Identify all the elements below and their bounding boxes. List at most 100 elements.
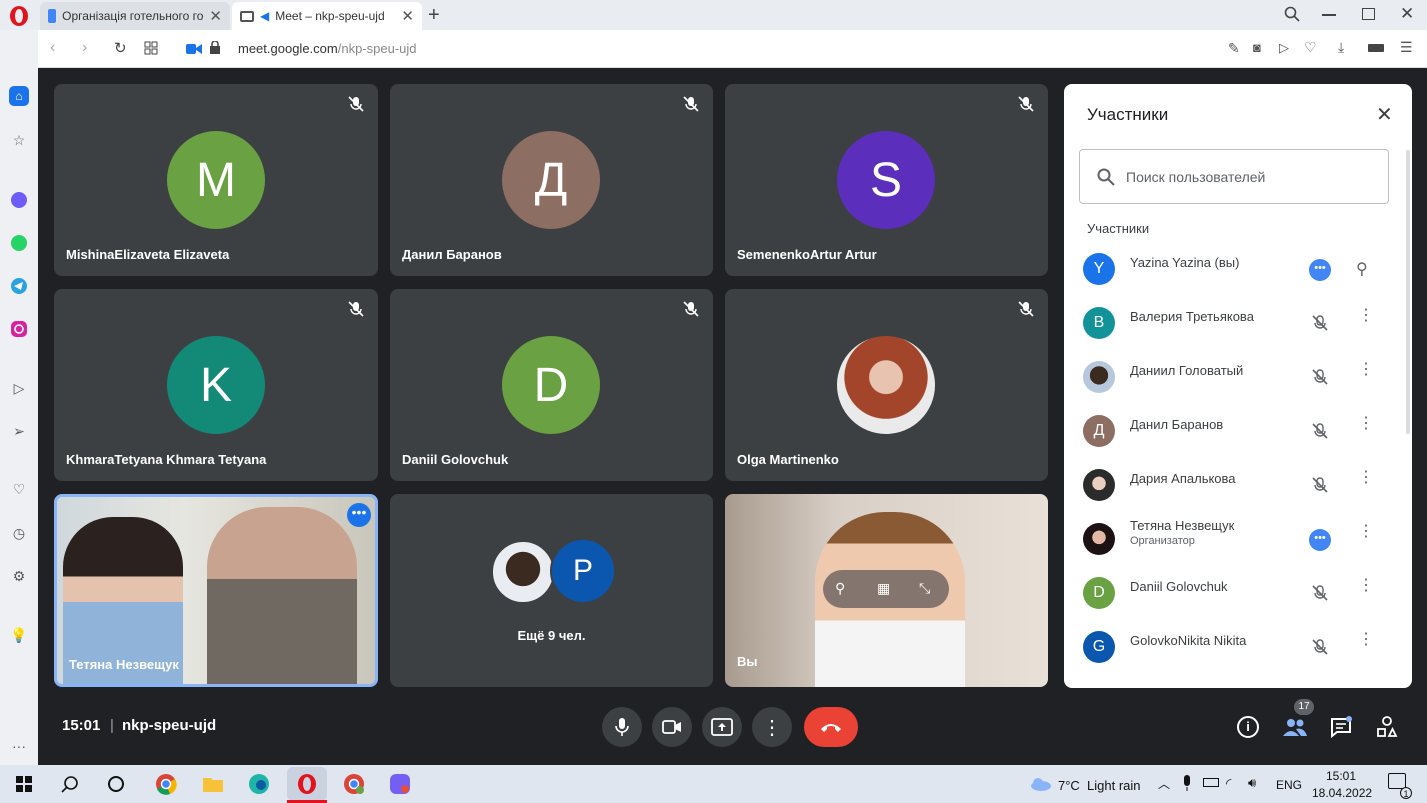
participant-row[interactable]: Тетяна Незвещук Организатор ••• ⋮ bbox=[1064, 512, 1412, 566]
tab-meet[interactable]: ◀ Meet – nkp-speu-ujd ✕ bbox=[232, 2, 422, 30]
chrome-profile-icon[interactable] bbox=[340, 770, 368, 798]
settings-icon[interactable]: ⚙ bbox=[9, 566, 29, 586]
send-icon[interactable]: ➢ bbox=[9, 421, 29, 441]
task-view-icon[interactable] bbox=[102, 770, 130, 798]
back-icon[interactable]: ‹ bbox=[50, 39, 55, 57]
search-tabs-icon[interactable] bbox=[1284, 6, 1300, 22]
telegram-icon[interactable] bbox=[9, 276, 29, 296]
self-video-tile[interactable]: ⚲ ▦ ⤡ Вы bbox=[725, 494, 1048, 687]
tabs-grid-icon[interactable] bbox=[144, 41, 158, 55]
participant-tile[interactable]: Д Данил Баранов bbox=[390, 84, 713, 276]
history-icon[interactable]: ◷ bbox=[9, 523, 29, 543]
search-participants-field[interactable]: Поиск пользователей bbox=[1079, 149, 1389, 204]
close-tab-icon[interactable]: ✕ bbox=[209, 7, 222, 25]
more-options-icon[interactable]: ⋮ bbox=[1356, 470, 1376, 495]
chrome-icon[interactable] bbox=[152, 770, 180, 798]
windows-start-icon[interactable] bbox=[10, 770, 38, 798]
present-screen-button[interactable] bbox=[702, 707, 742, 747]
instagram-icon[interactable] bbox=[9, 319, 29, 339]
more-participants-tile[interactable]: P Ещё 9 чел. bbox=[390, 494, 713, 687]
video-tile-active-speaker[interactable]: ••• Тетяна Незвещук bbox=[54, 494, 378, 687]
reload-icon[interactable]: ↻ bbox=[114, 39, 127, 57]
minimize-self-icon[interactable]: ⤡ bbox=[919, 580, 930, 597]
clock-date[interactable]: 18.04.2022 bbox=[1312, 786, 1372, 800]
download-icon[interactable]: ⤓ bbox=[1338, 39, 1344, 56]
new-tab-button[interactable]: + bbox=[428, 4, 440, 27]
chat-icon[interactable] bbox=[1330, 716, 1352, 739]
camera-button[interactable] bbox=[652, 707, 692, 747]
participant-row[interactable]: Даниил Головатый ⋮ bbox=[1064, 350, 1412, 404]
panel-scrollbar[interactable] bbox=[1406, 150, 1410, 434]
camera-indicator-icon[interactable] bbox=[186, 42, 202, 54]
participant-row[interactable]: В Валерия Третьякова ⋮ bbox=[1064, 296, 1412, 350]
file-explorer-icon[interactable] bbox=[199, 770, 227, 798]
participant-tile[interactable]: Olga Martinenko bbox=[725, 289, 1048, 481]
more-options-icon[interactable]: ⋮ bbox=[1356, 632, 1376, 657]
more-options-icon[interactable]: ⋮ bbox=[1356, 416, 1376, 441]
lock-icon[interactable] bbox=[210, 40, 220, 54]
participant-row[interactable]: G GolovkoNikita Nikita ⋮ bbox=[1064, 620, 1412, 674]
whatsapp-icon[interactable] bbox=[9, 233, 29, 253]
participant-row[interactable]: D Daniil Golovchuk ⋮ bbox=[1064, 566, 1412, 620]
tab-hotel-organization[interactable]: Організація готельного го ✕ bbox=[40, 2, 230, 30]
opera-logo-icon[interactable] bbox=[8, 5, 30, 27]
home-icon[interactable]: ⌂ bbox=[9, 86, 29, 106]
close-panel-icon[interactable]: ✕ bbox=[1376, 102, 1393, 127]
messenger-icon[interactable] bbox=[9, 190, 29, 210]
tray-expand-icon[interactable]: ︿ bbox=[1158, 775, 1170, 792]
battery-icon[interactable] bbox=[1368, 44, 1384, 52]
more-options-icon[interactable]: ⋮ bbox=[1356, 362, 1376, 387]
tray-battery-icon[interactable] bbox=[1203, 778, 1219, 787]
participant-tile[interactable]: D Daniil Golovchuk bbox=[390, 289, 713, 481]
tray-mic-icon[interactable] bbox=[1182, 775, 1192, 791]
participant-row[interactable]: Д Данил Баранов ⋮ bbox=[1064, 404, 1412, 458]
leave-call-button[interactable] bbox=[804, 707, 858, 747]
pin-icon[interactable]: ⚲ bbox=[835, 580, 845, 597]
participant-tile[interactable]: K KhmaraTetyana Khmara Tetyana bbox=[54, 289, 378, 481]
input-language[interactable]: ENG bbox=[1276, 778, 1302, 792]
more-options-icon[interactable]: ⋮ bbox=[1356, 578, 1376, 603]
more-icon[interactable]: ··· bbox=[9, 736, 29, 756]
microphone-button[interactable] bbox=[602, 707, 642, 747]
more-options-icon[interactable]: ⋮ bbox=[1356, 308, 1376, 333]
close-window-button[interactable]: ✕ bbox=[1400, 4, 1414, 24]
weather-text[interactable]: 7°C Light rain bbox=[1058, 778, 1141, 793]
minimize-button[interactable] bbox=[1322, 14, 1336, 16]
favorite-icon[interactable]: ♡ bbox=[1304, 39, 1317, 56]
lightbulb-icon[interactable]: 💡 bbox=[9, 625, 29, 645]
people-icon[interactable] bbox=[1282, 717, 1308, 737]
participant-tile[interactable]: S SemenenkoArtur Artur bbox=[725, 84, 1048, 276]
more-options-button[interactable]: ⋮ bbox=[752, 707, 792, 747]
heart-icon[interactable]: ♡ bbox=[9, 479, 29, 499]
video-person-right bbox=[207, 507, 357, 684]
meeting-info-icon[interactable]: i bbox=[1237, 716, 1259, 738]
player-icon[interactable]: ▷ bbox=[9, 378, 29, 398]
close-tab-icon[interactable]: ✕ bbox=[401, 7, 414, 25]
restore-button[interactable] bbox=[1362, 8, 1375, 20]
weather-icon[interactable] bbox=[1030, 776, 1052, 792]
more-options-icon[interactable]: ••• bbox=[1309, 259, 1331, 281]
edit-icon[interactable]: ✎ bbox=[1228, 40, 1240, 57]
url-field[interactable]: meet.google.com/nkp-speu-ujd bbox=[238, 41, 417, 56]
viber-icon[interactable] bbox=[386, 770, 414, 798]
hide-self-icon[interactable]: ▦ bbox=[877, 580, 890, 597]
more-options-icon[interactable]: ••• bbox=[1309, 529, 1331, 551]
tray-volume-icon[interactable]: 🔊︎ bbox=[1248, 775, 1256, 791]
participant-tile[interactable]: M MishinaElizaveta Elizaveta bbox=[54, 84, 378, 276]
pin-icon[interactable]: ⚲ bbox=[1356, 259, 1376, 279]
snapshot-icon[interactable]: ◙ bbox=[1253, 40, 1261, 55]
speed-dial-icon[interactable]: ☆ bbox=[9, 130, 29, 150]
participant-row[interactable]: Дария Апалькова ⋮ bbox=[1064, 458, 1412, 512]
opera-taskbar-icon[interactable] bbox=[287, 767, 327, 801]
share-icon[interactable]: ▷ bbox=[1279, 40, 1289, 56]
edge-icon[interactable] bbox=[245, 770, 273, 798]
clock-time[interactable]: 15:01 bbox=[1326, 769, 1356, 783]
tray-wifi-icon[interactable]: ◜ bbox=[1226, 775, 1231, 792]
activities-icon[interactable] bbox=[1376, 716, 1398, 738]
search-icon[interactable] bbox=[56, 770, 84, 798]
participant-row[interactable]: Y Yazina Yazina (вы) ••• ⚲ bbox=[1064, 242, 1412, 296]
menu-icon[interactable]: ☰ bbox=[1400, 39, 1413, 56]
more-options-icon[interactable]: ⋮ bbox=[1356, 524, 1376, 549]
more-options-icon[interactable]: ••• bbox=[347, 503, 371, 527]
forward-icon[interactable]: › bbox=[82, 39, 87, 57]
